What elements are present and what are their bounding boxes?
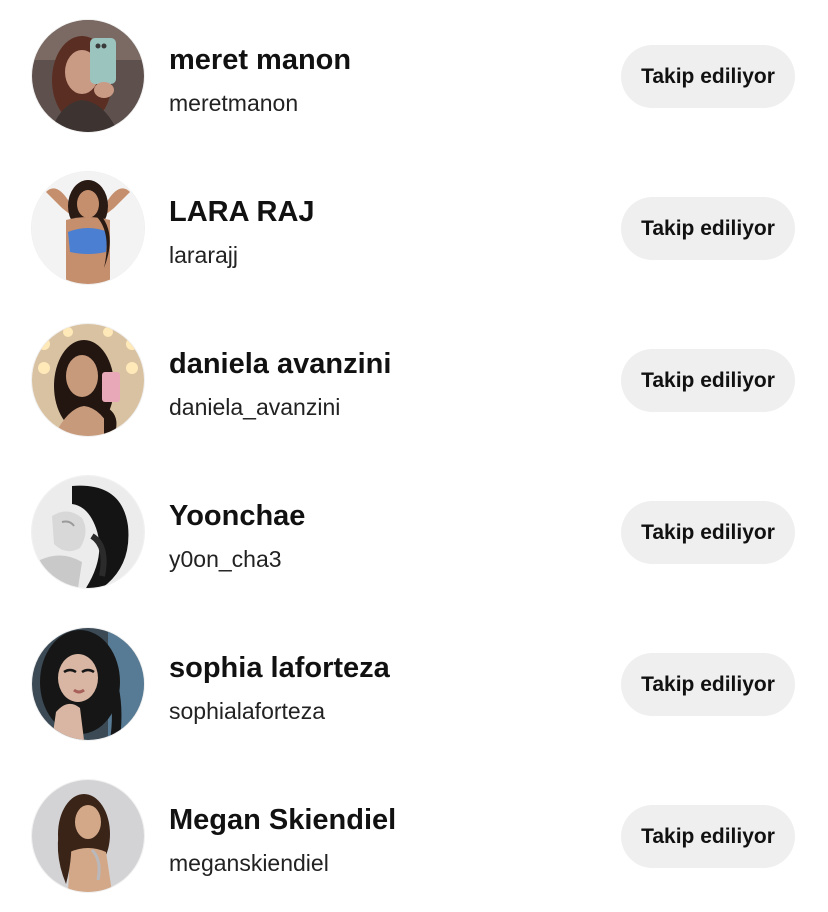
- following-button[interactable]: Takip ediliyor: [621, 501, 795, 564]
- display-name: meret manon: [169, 44, 352, 76]
- avatar[interactable]: [32, 780, 144, 892]
- username: y0on_cha3: [169, 546, 282, 572]
- avatar[interactable]: [32, 476, 144, 588]
- username: meganskiendiel: [169, 850, 329, 876]
- following-button[interactable]: Takip ediliyor: [621, 45, 795, 108]
- user-row[interactable]: LARA RAJ lararajj Takip ediliyor: [0, 152, 828, 304]
- user-row[interactable]: meret manon meretmanon Takip ediliyor: [0, 0, 828, 152]
- avatar[interactable]: [32, 628, 144, 740]
- avatar[interactable]: [32, 172, 144, 284]
- username: lararajj: [169, 242, 239, 268]
- avatar-image: [32, 172, 144, 284]
- display-name: Yoonchae: [169, 500, 306, 532]
- avatar-image: [32, 20, 144, 132]
- display-name: Megan Skiendiel: [169, 804, 397, 836]
- following-list: meret manon meretmanon Takip ediliyor LA…: [0, 0, 828, 909]
- display-name: sophia laforteza: [169, 652, 390, 684]
- following-button[interactable]: Takip ediliyor: [621, 349, 795, 412]
- user-row[interactable]: Yoonchae y0on_cha3 Takip ediliyor: [0, 456, 828, 608]
- display-name: daniela avanzini: [169, 348, 392, 380]
- user-row[interactable]: daniela avanzini daniela_avanzini Takip …: [0, 304, 828, 456]
- following-button[interactable]: Takip ediliyor: [621, 197, 795, 260]
- username: daniela_avanzini: [169, 394, 341, 420]
- avatar-image: [32, 628, 144, 740]
- following-button[interactable]: Takip ediliyor: [621, 653, 795, 716]
- user-row[interactable]: sophia laforteza sophialaforteza Takip e…: [0, 608, 828, 760]
- username: sophialaforteza: [169, 698, 325, 724]
- avatar[interactable]: [32, 20, 144, 132]
- avatar[interactable]: [32, 324, 144, 436]
- username: meretmanon: [169, 90, 299, 116]
- avatar-image: [32, 476, 144, 588]
- display-name: LARA RAJ: [169, 196, 315, 228]
- avatar-image: [32, 324, 144, 436]
- user-row[interactable]: Megan Skiendiel meganskiendiel Takip edi…: [0, 760, 828, 912]
- avatar-image: [32, 780, 144, 892]
- following-button[interactable]: Takip ediliyor: [621, 805, 795, 868]
